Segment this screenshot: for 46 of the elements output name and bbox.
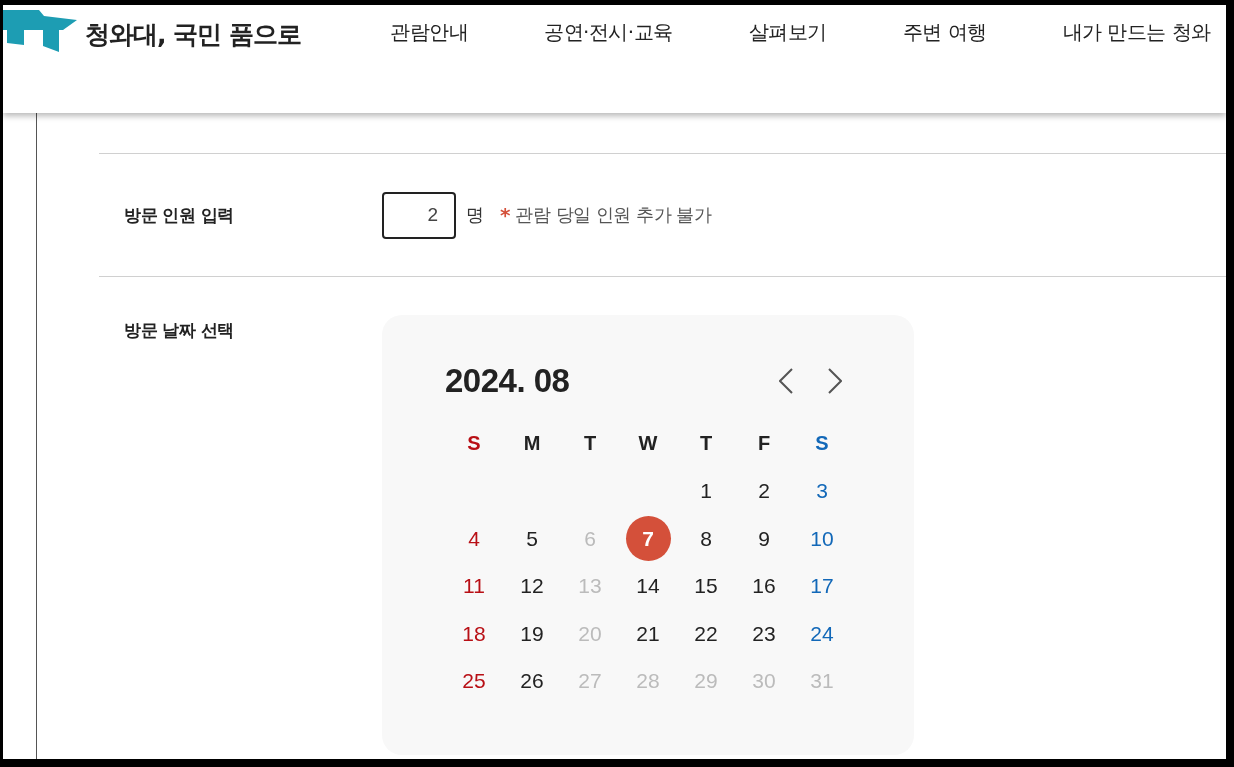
notice-text: 관람 당일 인원 추가 불가 xyxy=(515,203,712,227)
calendar-day[interactable]: 5 xyxy=(509,516,555,562)
calendar-day[interactable]: 23 xyxy=(741,611,787,657)
calendar-day[interactable]: 25 xyxy=(451,658,497,704)
month-title: 2024. 08 xyxy=(445,362,570,400)
calendar-day[interactable]: 7 xyxy=(625,516,671,562)
weekday-label: S xyxy=(814,431,830,457)
calendar-day[interactable]: 9 xyxy=(741,516,787,562)
calendar-day[interactable]: 15 xyxy=(683,563,729,609)
calendar-day[interactable]: 24 xyxy=(799,611,845,657)
weekday-label: S xyxy=(466,431,482,457)
calendar-day[interactable]: 19 xyxy=(509,611,555,657)
weekday-label: M xyxy=(522,431,542,457)
calendar-day[interactable]: 22 xyxy=(683,611,729,657)
nav-link[interactable]: 주변 여행 xyxy=(902,19,987,45)
chevron-right-icon xyxy=(828,368,842,394)
calendar-day[interactable]: 11 xyxy=(451,563,497,609)
site-title: 청와대, 국민 품으로 xyxy=(85,19,301,51)
nav-link[interactable]: 살펴보기 xyxy=(748,19,827,45)
calendar-day[interactable]: 26 xyxy=(509,658,555,704)
required-mark: * xyxy=(500,203,511,227)
nav-link[interactable]: 관람안내 xyxy=(390,19,468,45)
weekday-label: T xyxy=(698,431,714,457)
calendar-day[interactable]: 16 xyxy=(741,563,787,609)
weekday-label: W xyxy=(637,431,659,457)
calendar-day[interactable]: 8 xyxy=(683,516,729,562)
gate-icon xyxy=(3,10,77,52)
calendar-day[interactable]: 18 xyxy=(451,611,497,657)
calendar-day[interactable]: 3 xyxy=(799,468,845,514)
nav-link[interactable]: 내가 만드는 청와 xyxy=(1062,19,1211,45)
calendar-day[interactable]: 2 xyxy=(741,468,787,514)
calendar-day[interactable]: 4 xyxy=(451,516,497,562)
visitor-count-field[interactable]: 2 xyxy=(382,191,456,239)
field-label: 방문 인원 입력 xyxy=(123,203,235,227)
weekday-label: F xyxy=(756,431,772,457)
field-label: 방문 날짜 선택 xyxy=(123,319,235,342)
calendar-day[interactable]: 21 xyxy=(625,611,671,657)
calendar-day[interactable]: 12 xyxy=(509,563,555,609)
nav-link[interactable]: 공연·전시·교육 xyxy=(544,19,673,45)
calendar-day[interactable]: 17 xyxy=(799,563,845,609)
weekday-label: T xyxy=(582,431,598,457)
unit-label: 명 xyxy=(466,203,484,227)
calendar-day[interactable]: 14 xyxy=(625,563,671,609)
chevron-left-icon xyxy=(779,368,793,394)
calendar-day[interactable]: 1 xyxy=(683,468,729,514)
calendar-day[interactable]: 10 xyxy=(799,516,845,562)
